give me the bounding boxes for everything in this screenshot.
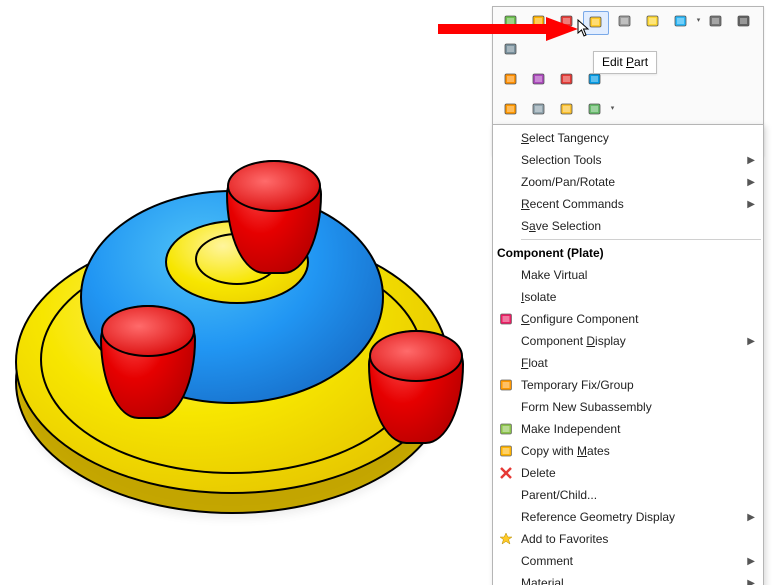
link-button[interactable] [732,11,756,33]
menu-item-label: Configure Component [519,312,755,326]
menu-item-zoom-pan-rotate[interactable]: Zoom/Pan/Rotate▶ [493,171,763,193]
menu-item-label: Recent Commands [519,197,747,211]
menu-item-label: Reference Geometry Display [519,510,747,524]
submenu-arrow-icon: ▶ [747,177,755,188]
rgb-icon [559,71,575,90]
dropdown-indicator[interactable]: ▾ [695,9,702,31]
menu-item-add-to-favorites[interactable]: Add to Favorites [493,528,763,550]
menu-item-form-new-subassembly[interactable]: Form New Subassembly [493,396,763,418]
menu-item-configure-component[interactable]: Configure Component [493,308,763,330]
submenu-arrow-icon: ▶ [747,578,755,585]
menu-item-label: Selection Tools [519,153,747,167]
color-button[interactable] [527,69,551,91]
annotation-arrow [438,14,578,44]
menu-separator [521,239,761,240]
rgb-button[interactable] [555,69,579,91]
edit-part-button[interactable] [583,11,609,35]
configure-icon [493,312,519,326]
normal-to-icon [503,101,519,120]
appearance-icon [645,13,661,32]
edit-part-icon [588,14,604,33]
section-button[interactable] [555,99,579,121]
move-icon [673,13,689,32]
menu-item-make-independent[interactable]: Make Independent [493,418,763,440]
menu-item-comment[interactable]: Comment▶ [493,550,763,572]
dropdown-indicator[interactable]: ▾ [609,97,616,119]
menu-item-copy-with-mates[interactable]: Copy with Mates [493,440,763,462]
context-menu: Select TangencySelection Tools▶Zoom/Pan/… [492,124,764,585]
menu-item-label: Material [519,576,747,585]
menu-item-temporary-fix-group[interactable]: Temporary Fix/Group [493,374,763,396]
menu-item-recent-commands[interactable]: Recent Commands▶ [493,193,763,215]
menu-item-component-display[interactable]: Component Display▶ [493,330,763,352]
menu-item-label: Float [519,356,755,370]
menu-item-label: Save Selection [519,219,755,233]
delete-icon [493,466,519,480]
measure-icon [617,13,633,32]
menu-item-label: Delete [519,466,755,480]
fix-icon [493,378,519,392]
appearance-button[interactable] [641,11,665,33]
menu-item-label: Isolate [519,290,755,304]
attach-icon [708,13,724,32]
menu-item-label: Add to Favorites [519,532,755,546]
menu-item-label: Parent/Child... [519,488,755,502]
normal-to-button[interactable] [499,99,523,121]
submenu-arrow-icon: ▶ [747,336,755,347]
link-icon [736,13,752,32]
copy-mates-icon [493,444,519,458]
section-icon [559,101,575,120]
menu-item-label: Zoom/Pan/Rotate [519,175,747,189]
favorite-icon [493,532,519,546]
zoom-icon [531,101,547,120]
menu-item-material[interactable]: Material▶ [493,572,763,585]
menu-item-label: Comment [519,554,747,568]
tooltip-label: Edit Part [602,55,648,69]
menu-item-delete[interactable]: Delete [493,462,763,484]
menu-item-float[interactable]: Float [493,352,763,374]
menu-item-label: Select Tangency [519,131,755,145]
menu-item-label: Make Virtual [519,268,755,282]
menu-item-select-tangency[interactable]: Select Tangency [493,127,763,149]
move-button[interactable] [669,11,693,33]
zoom-button[interactable] [527,99,551,121]
color-icon [531,71,547,90]
menu-item-label: Component Display [519,334,747,348]
submenu-arrow-icon: ▶ [747,199,755,210]
wireframe-icon [587,101,603,120]
menu-item-make-virtual[interactable]: Make Virtual [493,264,763,286]
attach-button[interactable] [704,11,728,33]
menu-item-isolate[interactable]: Isolate [493,286,763,308]
wireframe-button[interactable] [583,99,607,121]
measure-button[interactable] [613,11,637,33]
independent-icon [493,422,519,436]
model-cup-3 [368,330,464,444]
menu-item-label: Make Independent [519,422,755,436]
menu-item-selection-tools[interactable]: Selection Tools▶ [493,149,763,171]
menu-item-label: Copy with Mates [519,444,755,458]
tooltip-edit-part: Edit Part [593,51,657,74]
menu-header-component: Component (Plate) [493,242,763,264]
submenu-arrow-icon: ▶ [747,512,755,523]
submenu-arrow-icon: ▶ [747,556,755,567]
menu-item-label: Temporary Fix/Group [519,378,755,392]
menu-item-save-selection[interactable]: Save Selection [493,215,763,237]
menu-item-parent-child[interactable]: Parent/Child... [493,484,763,506]
sketch-button[interactable] [499,69,523,91]
submenu-arrow-icon: ▶ [747,155,755,166]
menu-item-reference-geometry-display[interactable]: Reference Geometry Display▶ [493,506,763,528]
menu-item-label: Form New Subassembly [519,400,755,414]
sketch-icon [503,71,519,90]
